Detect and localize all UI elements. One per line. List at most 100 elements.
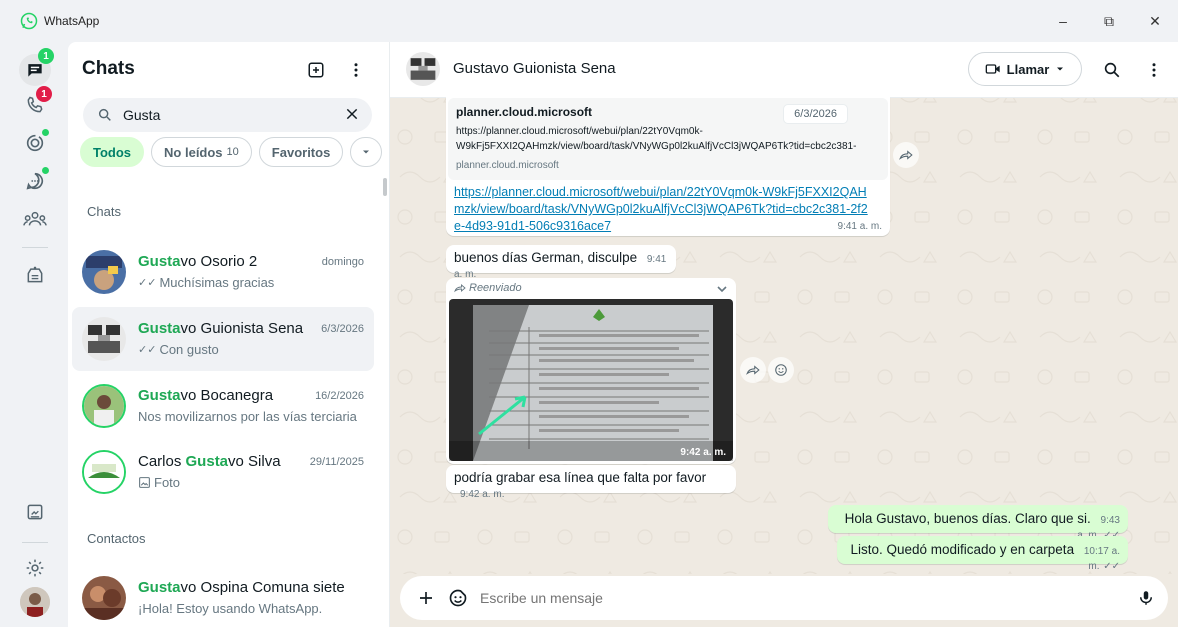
chat-name: Gustavo Guionista Sena — [138, 320, 304, 337]
filter-unread[interactable]: No leídos 10 — [151, 137, 252, 167]
rail-communities-button[interactable] — [20, 204, 50, 234]
chat-row[interactable]: Gustavo Osorio 2 domingo ✓✓ Muchísimas g… — [72, 240, 374, 304]
close-window-button[interactable]: ✕ — [1132, 0, 1178, 42]
chat-row[interactable]: Gustavo Bocanegra 16/2/2026 Nos moviliza… — [72, 374, 374, 438]
forward-icon — [746, 365, 760, 375]
chat-row-selected[interactable]: Gustavo Guionista Sena 6/3/2026 ✓✓ Con g… — [72, 307, 374, 371]
search-chat-button[interactable] — [1100, 58, 1124, 82]
message-time: 9:42 a. m. — [460, 489, 505, 500]
message-bubble-incoming[interactable]: buenos días German, disculpe 9:41 a. m. — [446, 245, 676, 280]
avatar — [82, 317, 126, 361]
link-preview-url: https://planner.cloud.microsoft/webui/pl… — [456, 126, 857, 152]
maximize-button[interactable]: ⧉ — [1086, 0, 1132, 42]
composer-box — [400, 576, 1168, 620]
rail-chats-button[interactable]: 1 — [19, 48, 54, 86]
forward-icon — [899, 150, 913, 160]
chat-list-header: Chats — [68, 42, 390, 98]
chat-date: domingo — [321, 256, 364, 268]
avatar — [82, 250, 126, 294]
forward-button[interactable] — [893, 142, 919, 168]
chevron-down-icon[interactable] — [716, 284, 728, 294]
more-vertical-icon — [354, 63, 358, 77]
chat-menu-button[interactable] — [1142, 58, 1166, 82]
lists-icon — [27, 266, 43, 283]
message-bubble-outgoing[interactable]: Listo. Quedó modificado y en carpeta 10:… — [837, 536, 1128, 572]
media-icon — [27, 504, 43, 520]
message-link[interactable]: https://planner.cloud.microsoft/webui/pl… — [454, 184, 874, 235]
filter-label: Todos — [93, 144, 132, 160]
plus-icon — [420, 592, 432, 604]
react-button[interactable] — [768, 357, 794, 383]
more-vertical-icon — [1152, 63, 1156, 77]
rail-divider — [22, 247, 48, 248]
chat-list-panel: Chats Todos No leídos10 Favoritos Chats … — [68, 42, 390, 627]
double-tick-icon: ✓✓ — [1103, 561, 1120, 572]
message-bubble-incoming[interactable]: planner.cloud.microsoft 6/3/2026 https:/… — [446, 96, 890, 236]
chat-preview: ✓✓ Con gusto — [138, 342, 219, 357]
app-title: WhatsApp — [44, 14, 100, 28]
profile-photo-icon — [20, 587, 50, 617]
section-contacts-label: Contactos — [87, 531, 146, 546]
contact-about: ¡Hola! Estoy usando WhatsApp. — [138, 601, 323, 616]
calls-missed-badge: 1 — [36, 86, 52, 102]
message-bubble-incoming[interactable]: podría grabar esa línea que falta por fa… — [446, 465, 736, 500]
chat-name: Gustavo Osorio 2 — [138, 253, 258, 270]
sticker-smiley-icon — [449, 589, 467, 607]
double-tick-icon: ✓✓ — [138, 344, 157, 356]
navigation-rail: 1 1 — [0, 42, 68, 627]
filter-label: Favoritos — [271, 144, 331, 160]
minimize-button[interactable]: – — [1040, 0, 1086, 42]
contact-avatar[interactable] — [406, 52, 440, 86]
search-icon — [98, 108, 111, 121]
profile-avatar[interactable] — [20, 587, 50, 617]
chevron-down-icon — [363, 150, 370, 154]
avatar — [82, 450, 126, 494]
rail-settings-button[interactable] — [20, 553, 50, 583]
forward-button[interactable] — [740, 357, 766, 383]
message-input[interactable] — [480, 576, 1040, 620]
link-preview-domain: planner.cloud.microsoft — [456, 160, 559, 171]
clear-search-button[interactable] — [344, 106, 360, 127]
document-photo-image[interactable] — [449, 299, 733, 461]
rail-divider — [22, 542, 48, 543]
chat-preview: ✓✓ Muchísimas gracias — [138, 275, 275, 290]
list-menu-button[interactable] — [344, 58, 368, 82]
rail-media-button[interactable] — [20, 497, 50, 527]
chat-date: 29/11/2025 — [309, 456, 364, 468]
message-bubble-outgoing[interactable]: Hola Gustavo, buenos días. Claro que si.… — [828, 505, 1128, 541]
conversation-header[interactable]: Gustavo Guionista Sena Llamar — [390, 42, 1178, 98]
chat-list-scrollbar[interactable] — [383, 178, 387, 196]
message-time: 9:41 a. m. — [837, 221, 882, 232]
link-preview-date: 6/3/2026 — [783, 104, 848, 124]
voice-message-button[interactable] — [1134, 586, 1158, 610]
avatar — [82, 384, 126, 428]
contact-row[interactable]: Gustavo Ospina Comuna siete ¡Hola! Estoy… — [72, 566, 374, 627]
link-preview-card[interactable]: planner.cloud.microsoft 6/3/2026 https:/… — [448, 98, 888, 180]
filter-label: No leídos — [164, 144, 223, 160]
call-label: Llamar — [1006, 61, 1050, 77]
new-chat-button[interactable] — [304, 58, 328, 82]
rail-channels-button[interactable] — [20, 166, 50, 196]
chat-row[interactable]: Carlos Gustavo Silva 29/11/2025 Foto — [72, 440, 374, 504]
channels-new-dot — [42, 167, 49, 174]
filter-all[interactable]: Todos — [80, 137, 145, 167]
rail-meta-ai-button[interactable] — [20, 260, 50, 290]
emoji-button[interactable] — [446, 586, 470, 610]
avatar — [82, 576, 126, 620]
search-icon — [1104, 62, 1120, 78]
unread-count: 10 — [226, 146, 239, 158]
rail-calls-button[interactable]: 1 — [20, 86, 52, 120]
rail-status-button[interactable] — [20, 128, 50, 158]
filter-more-button[interactable] — [350, 137, 383, 167]
search-input[interactable] — [123, 98, 333, 132]
close-icon — [346, 108, 358, 120]
attach-button[interactable] — [414, 586, 438, 610]
chevron-down-icon — [1057, 67, 1064, 71]
whatsapp-logo-icon — [20, 12, 38, 30]
message-bubble-forwarded-image[interactable]: Reenviado 9:42 a. m. — [446, 278, 736, 464]
chat-name: Carlos Gustavo Silva — [138, 453, 281, 470]
forwarded-icon — [454, 284, 466, 293]
filter-favorites[interactable]: Favoritos — [258, 137, 344, 167]
video-camera-icon — [985, 64, 1000, 74]
call-button[interactable]: Llamar — [968, 52, 1082, 86]
